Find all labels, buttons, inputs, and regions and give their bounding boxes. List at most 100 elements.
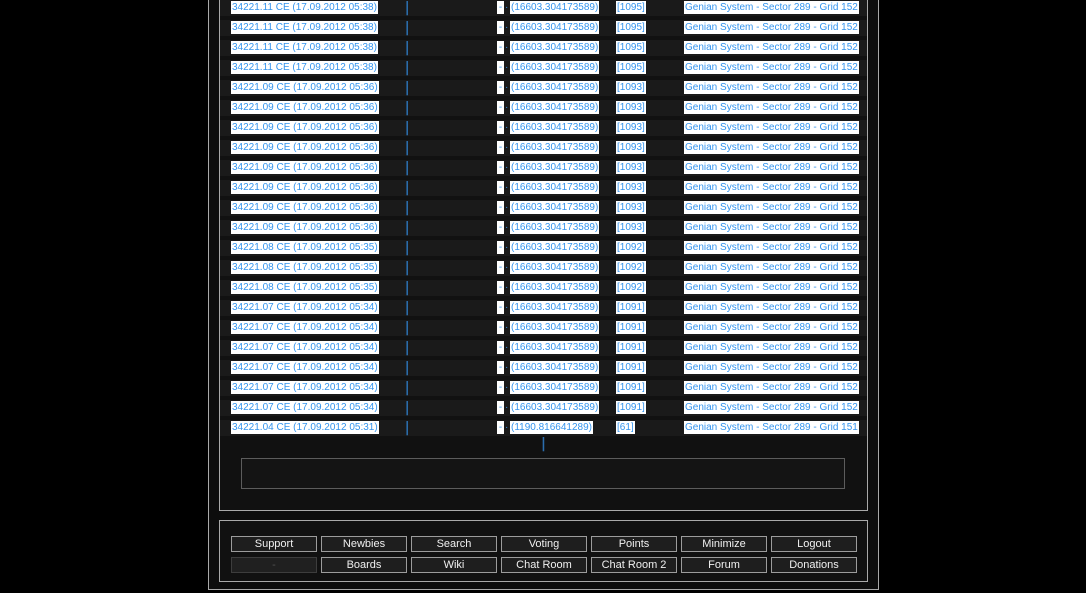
log-count-link[interactable]: [1093] <box>616 181 646 194</box>
log-count-link[interactable]: [1091] <box>616 361 646 374</box>
log-power-link[interactable]: (16603.304173589) <box>510 1 600 14</box>
footer-button-points[interactable]: Points <box>591 536 677 552</box>
log-timestamp-link[interactable]: 34221.11 CE (17.09.2012 05:38) <box>231 41 378 54</box>
log-count-link[interactable]: [1093] <box>616 141 646 154</box>
log-dash-link[interactable]: - <box>497 161 504 174</box>
log-power-link[interactable]: (16603.304173589) <box>510 241 600 254</box>
log-location-link[interactable]: Genian System - Sector 289 - Grid 152 <box>684 21 859 34</box>
log-location-link[interactable]: Genian System - Sector 289 - Grid 152 <box>684 61 859 74</box>
log-dash-link[interactable]: - <box>497 101 504 114</box>
log-count-link[interactable]: [1092] <box>616 281 646 294</box>
log-dash-link[interactable]: - <box>497 21 504 34</box>
log-timestamp-link[interactable]: 34221.09 CE (17.09.2012 05:36) <box>231 141 379 154</box>
log-dash-link[interactable]: - <box>497 301 504 314</box>
log-location-link[interactable]: Genian System - Sector 289 - Grid 152 <box>684 221 859 234</box>
log-timestamp-link[interactable]: 34221.08 CE (17.09.2012 05:35) <box>231 261 379 274</box>
log-power-link[interactable]: (16603.304173589) <box>510 61 600 74</box>
log-location-link[interactable]: Genian System - Sector 289 - Grid 152 <box>684 321 859 334</box>
log-count-link[interactable]: [1093] <box>616 101 646 114</box>
log-dash-link[interactable]: - <box>497 81 504 94</box>
footer-button-wiki[interactable]: Wiki <box>411 557 497 573</box>
log-power-link[interactable]: (16603.304173589) <box>510 281 600 294</box>
log-dash-link[interactable]: - <box>497 1 504 14</box>
log-timestamp-link[interactable]: 34221.07 CE (17.09.2012 05:34) <box>231 321 379 334</box>
log-power-link[interactable]: (16603.304173589) <box>510 401 600 414</box>
log-count-link[interactable]: [1095] <box>616 61 646 74</box>
log-count-link[interactable]: [1095] <box>616 21 646 34</box>
log-location-link[interactable]: Genian System - Sector 289 - Grid 152 <box>684 301 859 314</box>
log-power-link[interactable]: (16603.304173589) <box>510 41 600 54</box>
log-power-link[interactable]: (16603.304173589) <box>510 81 600 94</box>
log-timestamp-link[interactable]: 34221.09 CE (17.09.2012 05:36) <box>231 101 379 114</box>
log-power-link[interactable]: (16603.304173589) <box>510 341 600 354</box>
log-timestamp-link[interactable]: 34221.11 CE (17.09.2012 05:38) <box>231 21 378 34</box>
log-dash-link[interactable]: - <box>497 321 504 334</box>
log-location-link[interactable]: Genian System - Sector 289 - Grid 151 <box>684 421 859 434</box>
log-timestamp-link[interactable]: 34221.07 CE (17.09.2012 05:34) <box>231 401 379 414</box>
log-timestamp-link[interactable]: 34221.07 CE (17.09.2012 05:34) <box>231 341 379 354</box>
log-count-link[interactable]: [1091] <box>616 301 646 314</box>
log-count-link[interactable]: [1091] <box>616 321 646 334</box>
log-timestamp-link[interactable]: 34221.04 CE (17.09.2012 05:31) <box>231 421 379 434</box>
log-dash-link[interactable]: - <box>497 41 504 54</box>
log-dash-link[interactable]: - <box>497 421 504 434</box>
log-location-link[interactable]: Genian System - Sector 289 - Grid 152 <box>684 101 859 114</box>
log-location-link[interactable]: Genian System - Sector 289 - Grid 152 <box>684 81 859 94</box>
footer-button-donations[interactable]: Donations <box>771 557 857 573</box>
log-location-link[interactable]: Genian System - Sector 289 - Grid 152 <box>684 341 859 354</box>
log-power-link[interactable]: (16603.304173589) <box>510 221 600 234</box>
log-dash-link[interactable]: - <box>497 361 504 374</box>
log-dash-link[interactable]: - <box>497 261 504 274</box>
log-power-link[interactable]: (16603.304173589) <box>510 101 600 114</box>
log-power-link[interactable]: (16603.304173589) <box>510 321 600 334</box>
log-count-link[interactable]: [61] <box>616 421 635 434</box>
footer-button-logout[interactable]: Logout <box>771 536 857 552</box>
footer-button-forum[interactable]: Forum <box>681 557 767 573</box>
log-location-link[interactable]: Genian System - Sector 289 - Grid 152 <box>684 241 859 254</box>
log-power-link[interactable]: (1190.816641289) <box>510 421 593 434</box>
log-timestamp-link[interactable]: 34221.08 CE (17.09.2012 05:35) <box>231 241 379 254</box>
log-timestamp-link[interactable]: 34221.09 CE (17.09.2012 05:36) <box>231 161 379 174</box>
log-count-link[interactable]: [1091] <box>616 381 646 394</box>
log-location-link[interactable]: Genian System - Sector 289 - Grid 152 <box>684 1 859 14</box>
log-timestamp-link[interactable]: 34221.09 CE (17.09.2012 05:36) <box>231 201 379 214</box>
log-dash-link[interactable]: - <box>497 61 504 74</box>
log-count-link[interactable]: [1093] <box>616 121 646 134</box>
log-location-link[interactable]: Genian System - Sector 289 - Grid 152 <box>684 41 859 54</box>
log-count-link[interactable]: [1095] <box>616 1 646 14</box>
log-dash-link[interactable]: - <box>497 341 504 354</box>
log-dash-link[interactable]: - <box>497 281 504 294</box>
log-dash-link[interactable]: - <box>497 181 504 194</box>
log-location-link[interactable]: Genian System - Sector 289 - Grid 152 <box>684 281 859 294</box>
log-power-link[interactable]: (16603.304173589) <box>510 121 600 134</box>
log-dash-link[interactable]: - <box>497 141 504 154</box>
footer-button-chat-room[interactable]: Chat Room <box>501 557 587 573</box>
log-count-link[interactable]: [1093] <box>616 81 646 94</box>
log-dash-link[interactable]: - <box>497 241 504 254</box>
log-location-link[interactable]: Genian System - Sector 289 - Grid 152 <box>684 181 859 194</box>
log-power-link[interactable]: (16603.304173589) <box>510 161 600 174</box>
log-timestamp-link[interactable]: 34221.07 CE (17.09.2012 05:34) <box>231 301 379 314</box>
log-location-link[interactable]: Genian System - Sector 289 - Grid 152 <box>684 261 859 274</box>
log-power-link[interactable]: (16603.304173589) <box>510 141 600 154</box>
footer-button-boards[interactable]: Boards <box>321 557 407 573</box>
log-location-link[interactable]: Genian System - Sector 289 - Grid 152 <box>684 201 859 214</box>
log-timestamp-link[interactable]: 34221.11 CE (17.09.2012 05:38) <box>231 61 378 74</box>
log-power-link[interactable]: (16603.304173589) <box>510 21 600 34</box>
log-timestamp-link[interactable]: 34221.09 CE (17.09.2012 05:36) <box>231 81 379 94</box>
log-timestamp-link[interactable]: 34221.09 CE (17.09.2012 05:36) <box>231 121 379 134</box>
footer-button-search[interactable]: Search <box>411 536 497 552</box>
log-count-link[interactable]: [1092] <box>616 261 646 274</box>
log-count-link[interactable]: [1091] <box>616 341 646 354</box>
log-power-link[interactable]: (16603.304173589) <box>510 301 600 314</box>
log-dash-link[interactable]: - <box>497 401 504 414</box>
log-dash-link[interactable]: - <box>497 221 504 234</box>
log-timestamp-link[interactable]: 34221.08 CE (17.09.2012 05:35) <box>231 281 379 294</box>
log-power-link[interactable]: (16603.304173589) <box>510 181 600 194</box>
log-power-link[interactable]: (16603.304173589) <box>510 261 600 274</box>
log-timestamp-link[interactable]: 34221.09 CE (17.09.2012 05:36) <box>231 181 379 194</box>
log-location-link[interactable]: Genian System - Sector 289 - Grid 152 <box>684 141 859 154</box>
log-power-link[interactable]: (16603.304173589) <box>510 201 600 214</box>
footer-button-chat-room-2[interactable]: Chat Room 2 <box>591 557 677 573</box>
log-location-link[interactable]: Genian System - Sector 289 - Grid 152 <box>684 401 859 414</box>
